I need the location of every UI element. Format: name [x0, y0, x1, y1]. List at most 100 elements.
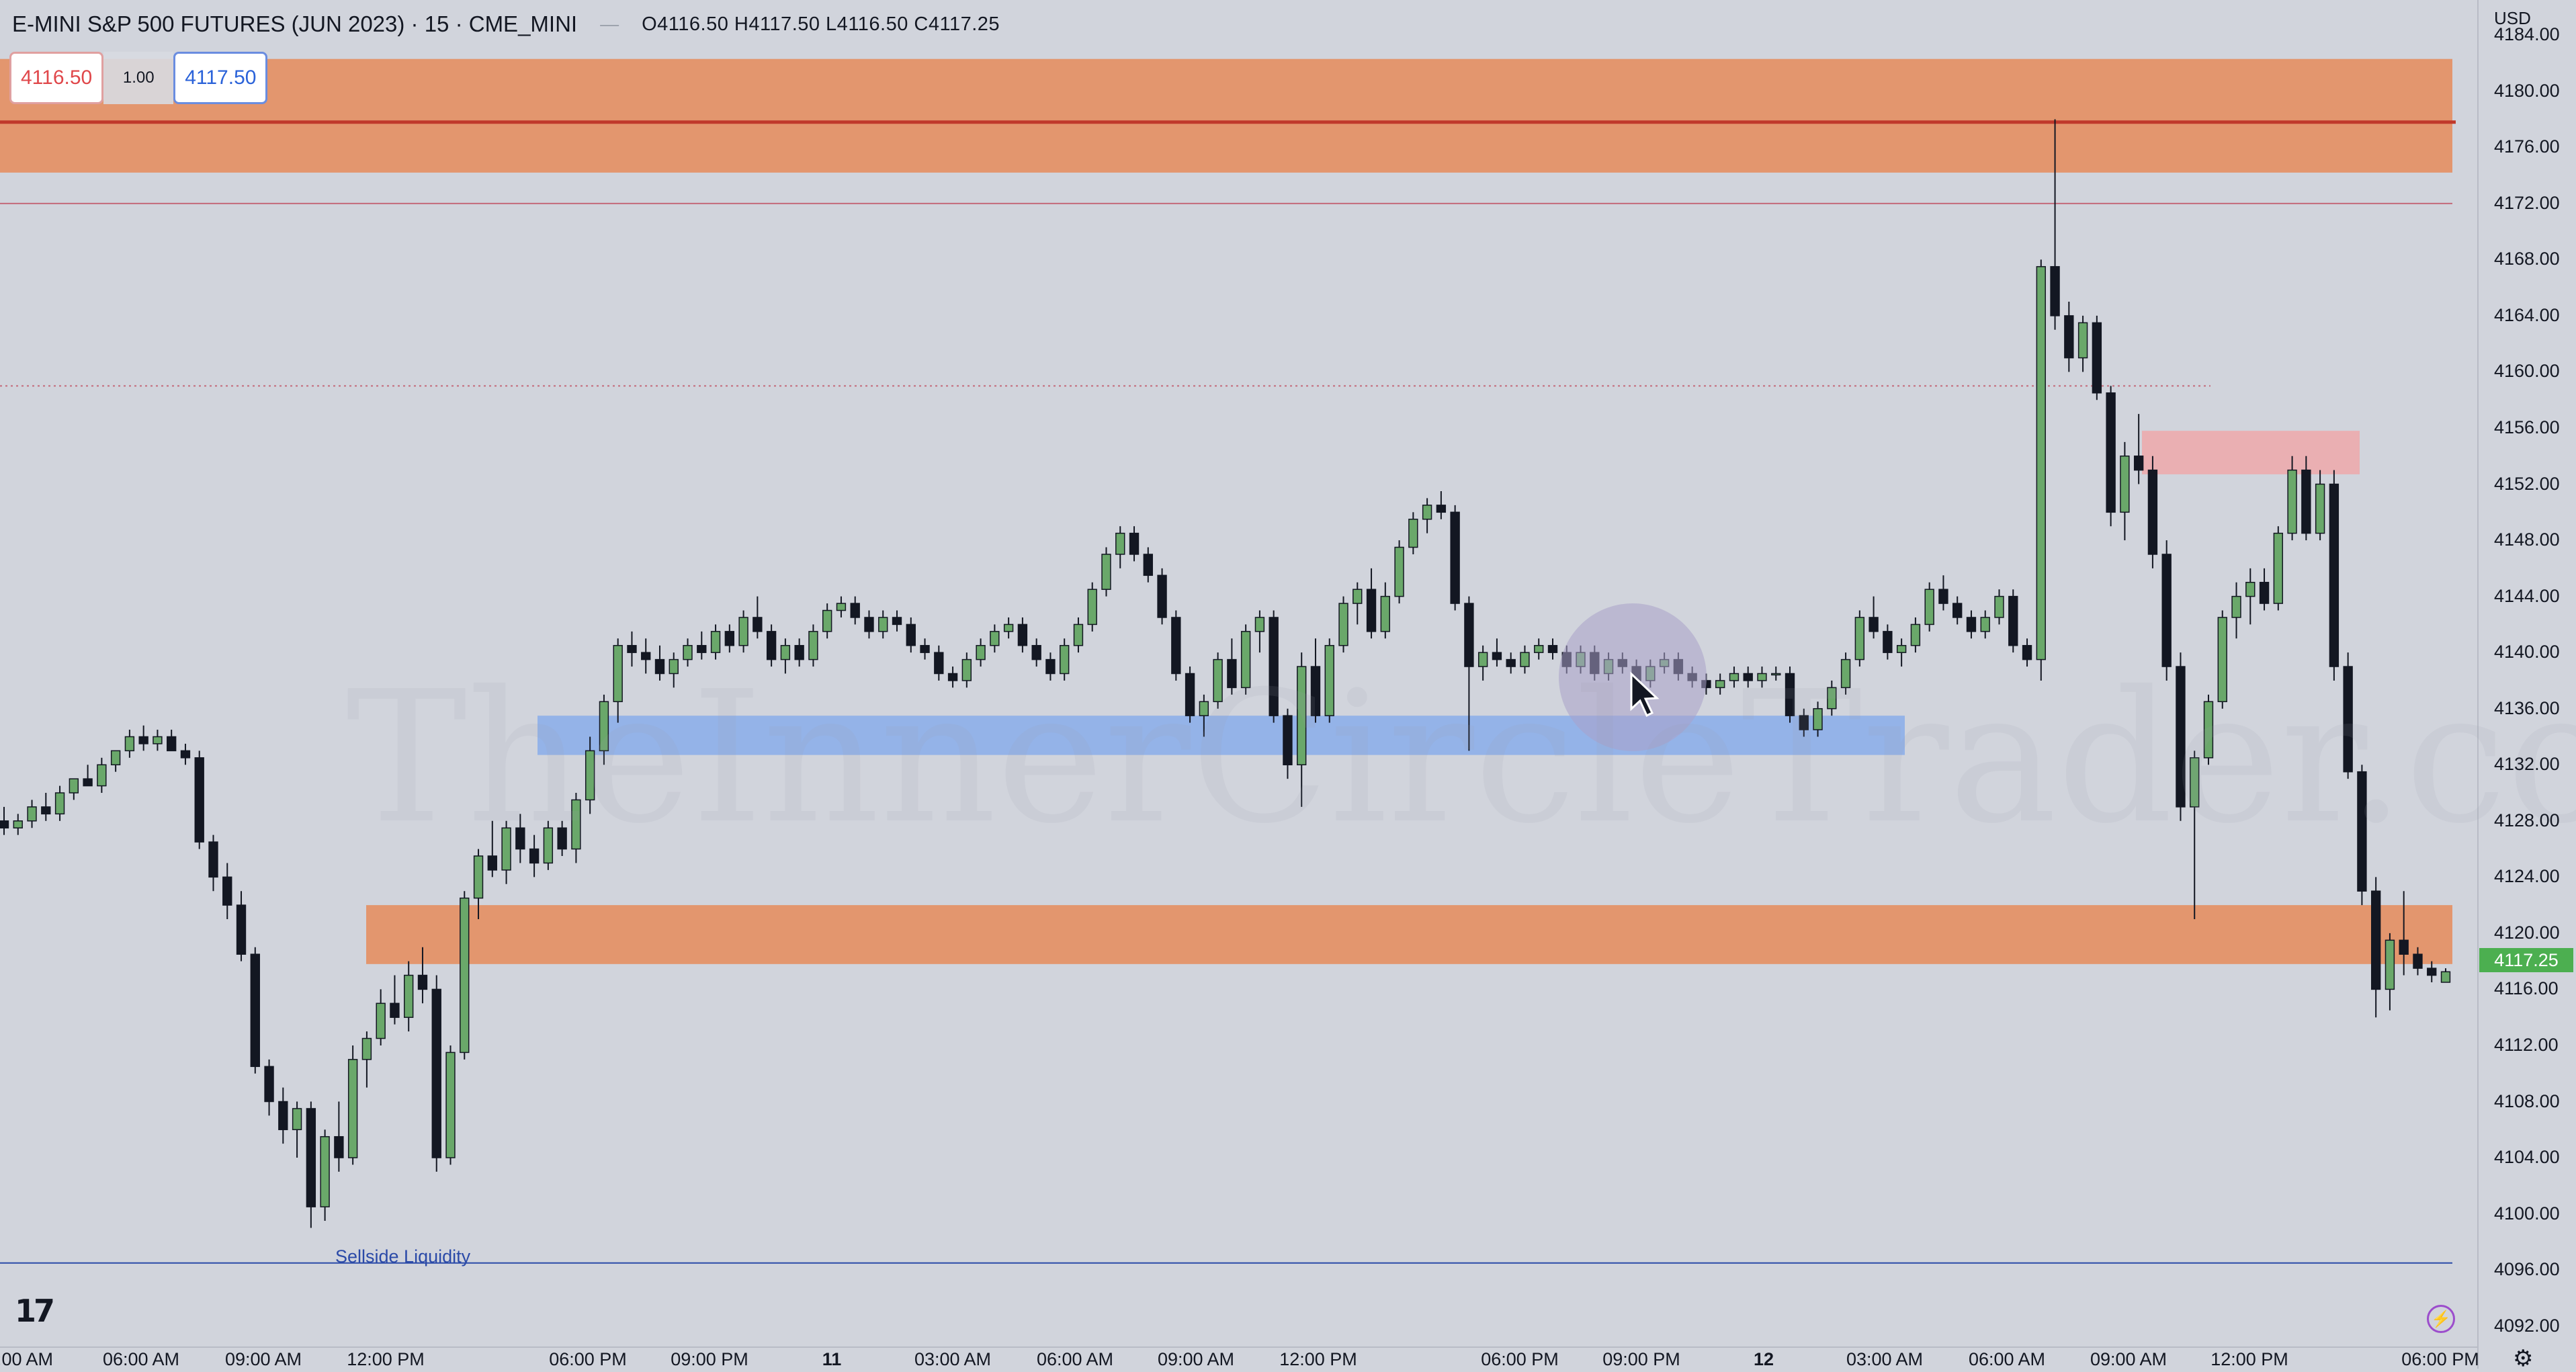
buy-button[interactable]: 4117.50: [173, 52, 268, 104]
tradingview-logo-icon[interactable]: 17: [15, 1293, 55, 1329]
candle: [1743, 667, 1753, 688]
symbol-title[interactable]: E-MINI S&P 500 FUTURES (JUN 2023) · 15 ·…: [12, 11, 577, 37]
candle: [1031, 638, 1041, 667]
candle: [1003, 617, 1014, 639]
candle: [2385, 933, 2395, 1011]
candle: [83, 765, 93, 787]
candle: [0, 806, 9, 835]
candle: [1547, 638, 1558, 660]
premium-zone-top[interactable]: [0, 58, 2452, 173]
price-tick-label: 4168.00: [2494, 249, 2560, 269]
candle: [627, 631, 637, 667]
time-tick-label: 06:00 AM: [102, 1349, 180, 1369]
fvg-blue[interactable]: [538, 716, 1905, 755]
price-tick-label: 4116.00: [2494, 978, 2559, 999]
candle: [934, 645, 944, 681]
candle: [1129, 526, 1140, 562]
candle: [766, 624, 777, 667]
candle: [361, 1031, 372, 1088]
candle: [515, 814, 525, 863]
candle: [1254, 610, 1265, 653]
candle: [2176, 652, 2186, 821]
candle: [1213, 652, 1223, 709]
candle: [501, 820, 511, 884]
price-chart[interactable]: [0, 0, 2576, 1369]
candle: [1883, 624, 1893, 660]
candle: [1854, 610, 1865, 667]
candle: [376, 989, 386, 1045]
candle: [906, 617, 916, 653]
gear-icon[interactable]: ⚙: [2513, 1345, 2533, 1372]
price-tick-label: 4136.00: [2494, 697, 2560, 718]
candle: [836, 596, 847, 617]
price-tick-label: 4096.00: [2494, 1259, 2560, 1280]
candle: [1101, 547, 1111, 597]
candle: [2036, 259, 2046, 681]
time-tick-label: 06:00 PM: [2401, 1349, 2479, 1369]
candle: [1157, 568, 1167, 625]
sell-button[interactable]: 4116.50: [9, 52, 104, 104]
candle: [110, 750, 121, 772]
candle: [1143, 547, 1153, 583]
candle: [961, 652, 972, 688]
candle: [69, 778, 79, 800]
candle: [990, 624, 1000, 653]
price-tick-label: 4092.00: [2494, 1315, 2560, 1336]
price-tick-label: 4140.00: [2494, 642, 2560, 662]
candle: [697, 631, 707, 660]
candle: [1492, 638, 1502, 667]
candle: [1283, 708, 1293, 779]
price-tick-label: 4156.00: [2494, 417, 2560, 437]
price-tick-label: 4184.00: [2494, 24, 2560, 45]
candle: [1324, 638, 1334, 723]
candle: [878, 610, 888, 639]
candle: [2106, 386, 2116, 527]
price-tick-label: 4176.00: [2494, 136, 2560, 157]
candle: [780, 638, 791, 674]
price-tick-label: 4100.00: [2494, 1203, 2560, 1224]
price-tick-label: 4144.00: [2494, 585, 2560, 606]
candle: [2329, 470, 2339, 681]
candle: [347, 1045, 358, 1165]
candle: [1353, 582, 1363, 625]
ohlc-values: O4116.50 H4117.50 L4116.50 C4117.25: [642, 13, 1000, 35]
quantity-field[interactable]: 1.00: [103, 52, 174, 104]
candle: [1771, 667, 1781, 681]
candle: [2064, 302, 2074, 372]
candle: [2092, 315, 2102, 400]
chart-header: E-MINI S&P 500 FUTURES (JUN 2023) · 15 ·…: [12, 9, 1000, 39]
candle: [1520, 645, 1530, 674]
candle: [292, 1101, 302, 1158]
candle: [1240, 624, 1251, 695]
candle: [167, 730, 177, 752]
candle: [1757, 667, 1767, 688]
sellside-liquidity-label: Sellside Liquidity: [335, 1246, 471, 1267]
time-tick-label: 12: [1753, 1349, 1774, 1369]
candle: [27, 800, 37, 828]
collapse-dash[interactable]: —: [600, 13, 619, 35]
candle: [2343, 652, 2353, 779]
candle: [1952, 596, 1963, 625]
candle: [822, 603, 832, 639]
time-tick-label: 06:00 AM: [1036, 1349, 1114, 1369]
candle: [250, 947, 260, 1074]
time-tick-label: 09:00 AM: [2090, 1349, 2167, 1369]
candle: [194, 751, 204, 849]
bear-fvg-red[interactable]: [2142, 431, 2360, 474]
candle: [1924, 582, 1934, 632]
candle: [2440, 968, 2451, 983]
candle: [1408, 512, 1418, 554]
candle: [2217, 610, 2227, 709]
candle: [2231, 582, 2241, 639]
price-tick-label: 4112.00: [2494, 1034, 2559, 1055]
price-tick-label: 4152.00: [2494, 473, 2560, 494]
time-tick-label: 12:00 PM: [2210, 1349, 2288, 1369]
candle: [2259, 568, 2270, 611]
candle: [1269, 610, 1279, 723]
candle: [236, 891, 247, 961]
time-tick-label: 09:00 AM: [224, 1349, 302, 1369]
candle: [208, 834, 218, 892]
lightning-icon[interactable]: ⚡: [2427, 1305, 2455, 1333]
premium-zone-low[interactable]: [366, 905, 2452, 964]
candle: [794, 638, 804, 667]
